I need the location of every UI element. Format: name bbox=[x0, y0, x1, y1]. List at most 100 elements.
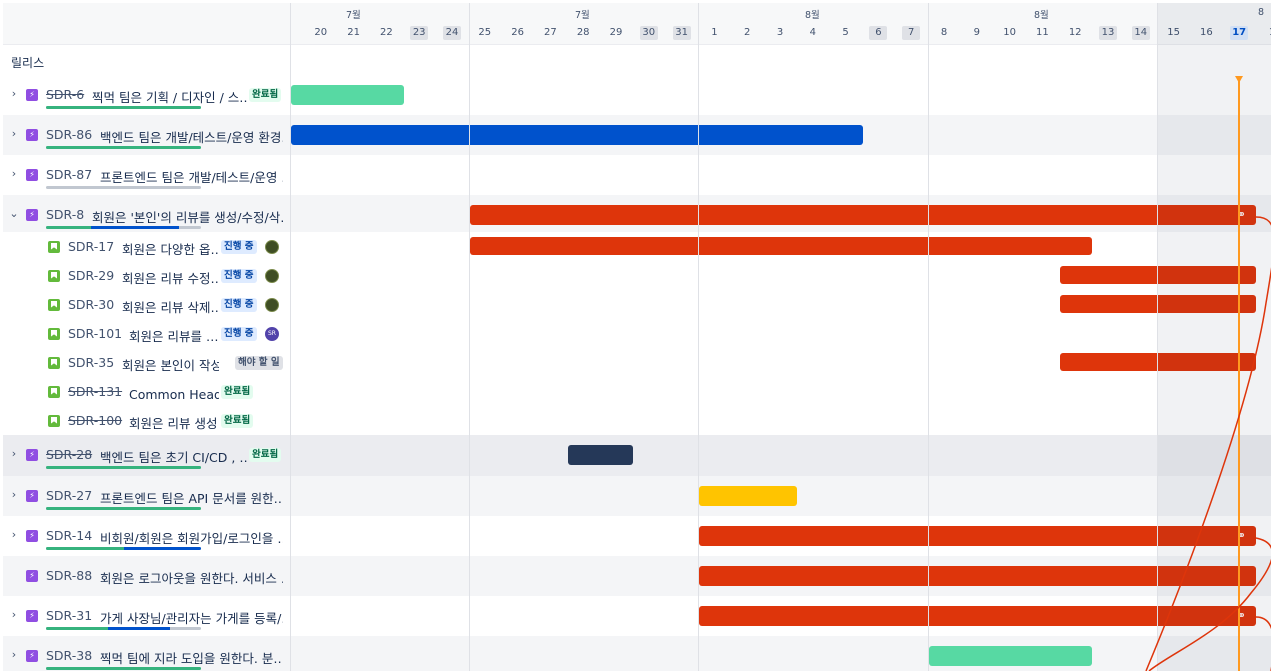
schedule-bar[interactable] bbox=[291, 85, 404, 105]
issue-summary[interactable]: 비회원/회원은 회원가입/로그인을 … bbox=[100, 528, 283, 547]
expand-chevron-icon[interactable]: › bbox=[9, 528, 19, 541]
epic-row[interactable]: › ⚡ SDR-28 백엔드 팀은 초기 CI/CD , … 완료됨 bbox=[3, 435, 290, 476]
epic-row[interactable]: › ⚡ SDR-86 백엔드 팀은 개발/테스트/운영 환경… bbox=[3, 115, 290, 155]
epic-row[interactable]: › ⚡ SDR-38 찍먹 팀에 지라 도입을 원한다. 분… bbox=[3, 636, 290, 671]
epic-row[interactable]: › ⚡ SDR-27 프론트엔드 팀은 API 문서를 원한… bbox=[3, 476, 290, 516]
expand-chevron-icon[interactable]: › bbox=[9, 167, 19, 180]
issue-summary[interactable]: 회원은 리뷰 수정… bbox=[122, 268, 219, 287]
issue-key[interactable]: SDR-101 bbox=[68, 326, 122, 341]
day-label: 6 bbox=[869, 26, 888, 40]
schedule-bar[interactable] bbox=[470, 236, 1092, 255]
progress-in-progress bbox=[108, 627, 170, 630]
child-issue-row[interactable]: SDR-30 회원은 리뷰 삭제… 진행 중 bbox=[3, 290, 290, 319]
epic-row[interactable]: › ⚡ SDR-31 가게 사장님/관리자는 가게를 등록/… bbox=[3, 596, 290, 636]
epic-row[interactable]: › ⚡ SDR-6 찍먹 팀은 기획 / 디자인 / 스… 완료됨 bbox=[3, 75, 290, 115]
issue-key[interactable]: SDR-8 bbox=[46, 207, 84, 222]
issue-key[interactable]: SDR-87 bbox=[46, 167, 92, 182]
issue-key[interactable]: SDR-6 bbox=[46, 87, 84, 102]
day-label: 10 bbox=[1003, 27, 1016, 38]
expand-chevron-icon[interactable]: › bbox=[9, 447, 19, 460]
issue-key[interactable]: SDR-30 bbox=[68, 297, 114, 312]
assignee-avatar[interactable] bbox=[265, 297, 279, 312]
expand-chevron-icon[interactable]: › bbox=[9, 648, 19, 661]
day-label: 9 bbox=[973, 27, 980, 38]
issue-summary[interactable]: 프론트엔드 팀은 API 문서를 원한… bbox=[100, 488, 283, 507]
issue-key[interactable]: SDR-29 bbox=[68, 268, 114, 283]
issue-summary[interactable]: Common Header를… bbox=[129, 384, 219, 403]
timeline-row: ⚭ bbox=[291, 195, 1271, 235]
issue-summary[interactable]: 회원은 리뷰 삭제… bbox=[122, 297, 219, 316]
epic-row[interactable]: ⌄ ⚡ SDR-8 회원은 '본인'의 리뷰를 생성/수정/삭… bbox=[3, 195, 290, 235]
status-lozenge: 완료됨 bbox=[221, 384, 254, 399]
issue-key[interactable]: SDR-27 bbox=[46, 488, 92, 503]
day-label: 31 bbox=[672, 26, 691, 40]
issue-key[interactable]: SDR-31 bbox=[46, 608, 92, 623]
child-issue-row[interactable]: SDR-131 Common Header를…완료됨 bbox=[3, 377, 290, 406]
issue-summary[interactable]: 가게 사장님/관리자는 가게를 등록/… bbox=[100, 608, 283, 627]
timeline-panel[interactable]: 7월7월8월8월89202122232425262728293031123456… bbox=[290, 3, 1271, 671]
issue-key[interactable]: SDR-38 bbox=[46, 648, 92, 663]
month-label: 8월 bbox=[805, 10, 820, 21]
day-label: 7 bbox=[902, 26, 921, 40]
progress-done bbox=[46, 466, 201, 469]
issue-summary[interactable]: 회원은 로그아웃을 원한다. 서비스 … bbox=[100, 568, 283, 587]
child-issue-row[interactable]: SDR-100 회원은 리뷰 생성 페이…완료됨 bbox=[3, 406, 290, 435]
schedule-bar[interactable] bbox=[568, 445, 633, 465]
day-label: 2 bbox=[744, 27, 751, 38]
issue-summary[interactable]: 백엔드 팀은 초기 CI/CD , … bbox=[100, 447, 247, 466]
child-issue-row[interactable]: SDR-35 회원은 본인이 작성… 해야 할 일 bbox=[3, 348, 290, 377]
week-divider bbox=[1157, 3, 1158, 671]
child-issue-row[interactable]: SDR-17 회원은 다양한 옵… 진행 중 bbox=[3, 232, 290, 261]
epic-row[interactable]: › ⚡ SDR-14 비회원/회원은 회원가입/로그인을 … bbox=[3, 516, 290, 556]
day-label: 3 bbox=[776, 27, 784, 38]
issue-key[interactable]: SDR-17 bbox=[68, 239, 114, 254]
epic-progress-bar bbox=[46, 226, 201, 229]
epic-row[interactable]: ⚡ SDR-88 회원은 로그아웃을 원한다. 서비스 … bbox=[3, 556, 290, 596]
day-label: 4 bbox=[809, 27, 816, 38]
issue-key[interactable]: SDR-86 bbox=[46, 127, 92, 142]
epic-icon: ⚡ bbox=[26, 89, 38, 101]
issue-summary[interactable]: 회원은 다양한 옵… bbox=[122, 239, 219, 258]
epic-progress-bar bbox=[46, 547, 201, 550]
issue-key[interactable]: SDR-100 bbox=[68, 413, 122, 428]
schedule-bar[interactable] bbox=[291, 125, 863, 145]
day-label: 8 bbox=[940, 27, 948, 38]
issue-summary[interactable]: 찍먹 팀은 기획 / 디자인 / 스… bbox=[92, 87, 247, 106]
issue-summary[interactable]: 회원은 리뷰 생성 페이… bbox=[129, 413, 219, 432]
week-divider bbox=[469, 3, 470, 671]
epic-row[interactable]: › ⚡ SDR-87 프론트엔드 팀은 개발/테스트/운영 … bbox=[3, 155, 290, 195]
expand-chevron-icon[interactable]: › bbox=[9, 87, 19, 100]
schedule-bar[interactable] bbox=[929, 646, 1092, 666]
assignee-avatar[interactable] bbox=[265, 239, 279, 254]
timeline-release-row bbox=[291, 45, 1271, 78]
expand-chevron-icon[interactable]: › bbox=[9, 488, 19, 501]
issue-key[interactable]: SDR-14 bbox=[46, 528, 92, 543]
issue-summary[interactable]: 찍먹 팀에 지라 도입을 원한다. 분… bbox=[100, 648, 283, 667]
issue-key[interactable]: SDR-35 bbox=[68, 355, 114, 370]
issue-summary[interactable]: 회원은 '본인'의 리뷰를 생성/수정/삭… bbox=[92, 207, 283, 226]
child-issue-row[interactable]: SDR-101 회원은 리뷰를 … 진행 중 SR bbox=[3, 319, 290, 348]
day-label: 24 bbox=[443, 26, 461, 40]
issue-key[interactable]: SDR-88 bbox=[46, 568, 92, 583]
release-row[interactable]: 릴리스 bbox=[3, 45, 290, 78]
issue-summary[interactable]: 회원은 리뷰를 … bbox=[129, 326, 219, 345]
list-header bbox=[3, 3, 290, 45]
issue-key[interactable]: SDR-131 bbox=[68, 384, 122, 399]
issue-summary[interactable]: 프론트엔드 팀은 개발/테스트/운영 … bbox=[100, 167, 283, 186]
expand-chevron-icon[interactable]: › bbox=[9, 127, 19, 140]
expand-chevron-icon[interactable]: › bbox=[9, 608, 19, 621]
issue-summary[interactable]: 회원은 본인이 작성… bbox=[122, 355, 219, 374]
schedule-bar[interactable] bbox=[699, 486, 797, 506]
today-marker bbox=[1235, 76, 1243, 83]
child-issue-row[interactable]: SDR-29 회원은 리뷰 수정… 진행 중 bbox=[3, 261, 290, 290]
assignee-avatar[interactable]: SR bbox=[265, 326, 279, 341]
assignee-avatar[interactable] bbox=[265, 268, 279, 283]
story-icon bbox=[48, 298, 60, 311]
schedule-bar[interactable]: ⚭ bbox=[470, 205, 1256, 225]
issue-key[interactable]: SDR-28 bbox=[46, 447, 92, 462]
collapse-chevron-icon[interactable]: ⌄ bbox=[9, 207, 19, 220]
status-lozenge: 해야 할 일 bbox=[235, 355, 283, 370]
issue-summary[interactable]: 백엔드 팀은 개발/테스트/운영 환경… bbox=[100, 127, 283, 146]
progress-done bbox=[46, 146, 201, 149]
month-label: 8월 bbox=[1034, 10, 1049, 21]
